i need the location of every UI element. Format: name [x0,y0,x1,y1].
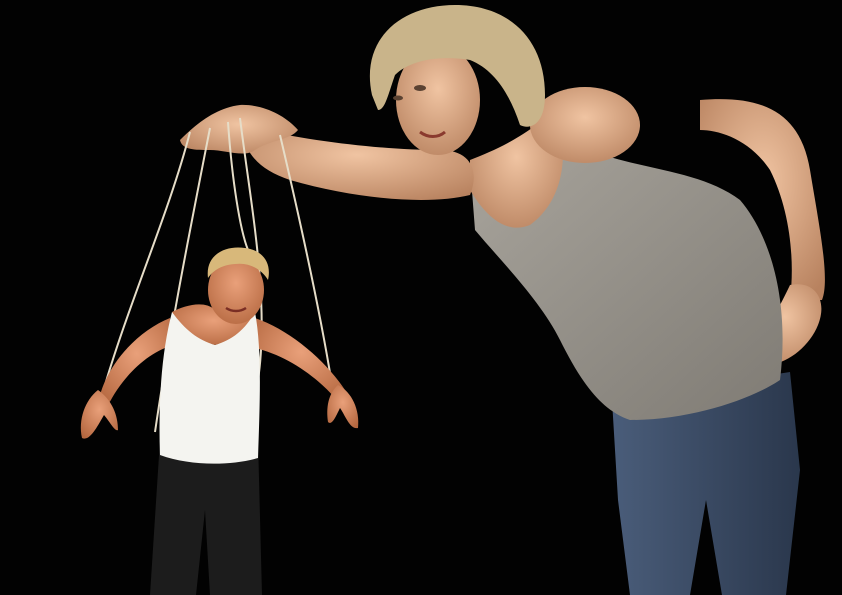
puppeteer-eye [393,95,403,101]
puppeteer-eye [414,85,426,91]
photo-scene [0,0,842,595]
puppeteer-shoulder [530,87,640,163]
